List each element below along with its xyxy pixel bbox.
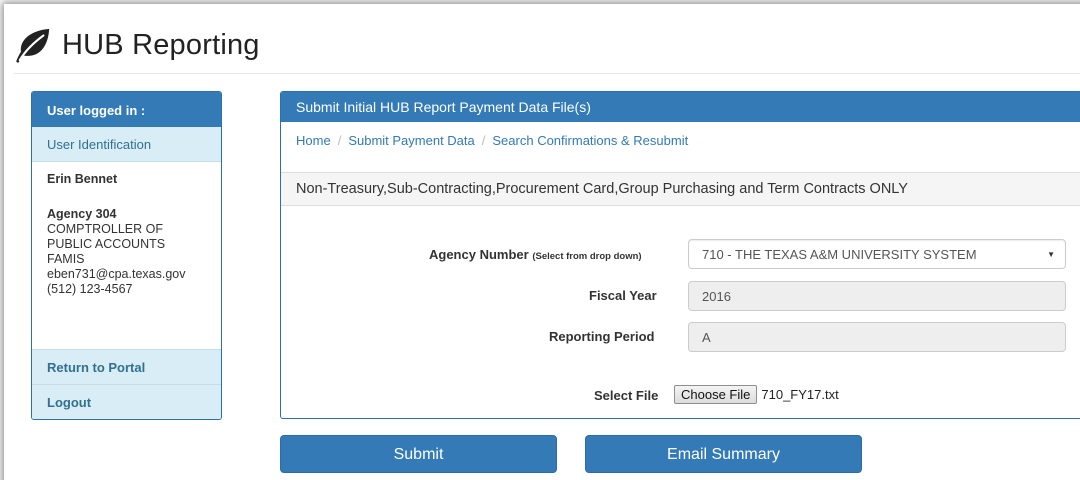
selected-file-name: 710_FY17.txt [761,387,839,402]
logout-link[interactable]: Logout [32,384,221,419]
header-divider [14,73,1080,74]
agency-number-label: Agency Number (Select from drop down) [429,247,642,262]
breadcrumb-separator: / [337,133,342,148]
user-info: Erin Bennet Agency 304 COMPTROLLER OF PU… [32,162,221,349]
agency-name-line: PUBLIC ACCOUNTS [47,237,166,251]
submit-button[interactable]: Submit [280,435,557,473]
dropdown-caret-icon: ▼ [1047,250,1055,259]
agency-system: FAMIS [47,252,85,266]
breadcrumb-home[interactable]: Home [296,133,331,148]
submit-panel: Submit Initial HUB Report Payment Data F… [280,91,1080,419]
app-header: HUB Reporting [14,26,260,64]
breadcrumb-search-confirmations[interactable]: Search Confirmations & Resubmit [492,133,688,148]
return-to-portal-link[interactable]: Return to Portal [32,349,221,384]
leaf-icon [16,28,50,63]
reporting-period-field: A [688,322,1066,352]
reporting-period-label: Reporting Period [549,329,655,344]
panel-title: Submit Initial HUB Report Payment Data F… [281,92,1080,122]
fiscal-year-field: 2016 [688,281,1066,311]
user-email: eben731@cpa.texas.gov [47,267,186,281]
choose-file-button[interactable]: Choose File [674,385,758,404]
agency-number-label-text: Agency Number [429,247,529,262]
agency-number-value: 710 - THE TEXAS A&M UNIVERSITY SYSTEM [702,247,977,262]
breadcrumb: Home / Submit Payment Data / Search Confirma… [296,133,688,148]
agency-number: Agency 304 [47,207,117,221]
sidebar-subheader: User Identification [32,127,221,162]
contract-types-notice: Non-Treasury,Sub-Contracting,Procurement… [281,172,1080,206]
app-title: HUB Reporting [62,28,260,61]
agency-number-hint: (Select from drop down) [532,251,642,262]
user-name: Erin Bennet [47,172,118,186]
user-phone: (512) 123-4567 [47,282,133,296]
breadcrumb-separator: / [481,133,486,148]
user-sidebar: User logged in : User Identification Eri… [31,91,222,420]
email-summary-button[interactable]: Email Summary [585,435,862,473]
file-picker: Choose File 710_FY17.txt [674,385,839,404]
agency-number-select[interactable]: 710 - THE TEXAS A&M UNIVERSITY SYSTEM ▼ [688,239,1066,269]
breadcrumb-submit-payment-data[interactable]: Submit Payment Data [348,133,474,148]
agency-name-line: COMPTROLLER OF [47,222,163,236]
sidebar-header: User logged in : [32,92,221,127]
select-file-label: Select File [594,388,659,403]
fiscal-year-label: Fiscal Year [589,288,657,303]
